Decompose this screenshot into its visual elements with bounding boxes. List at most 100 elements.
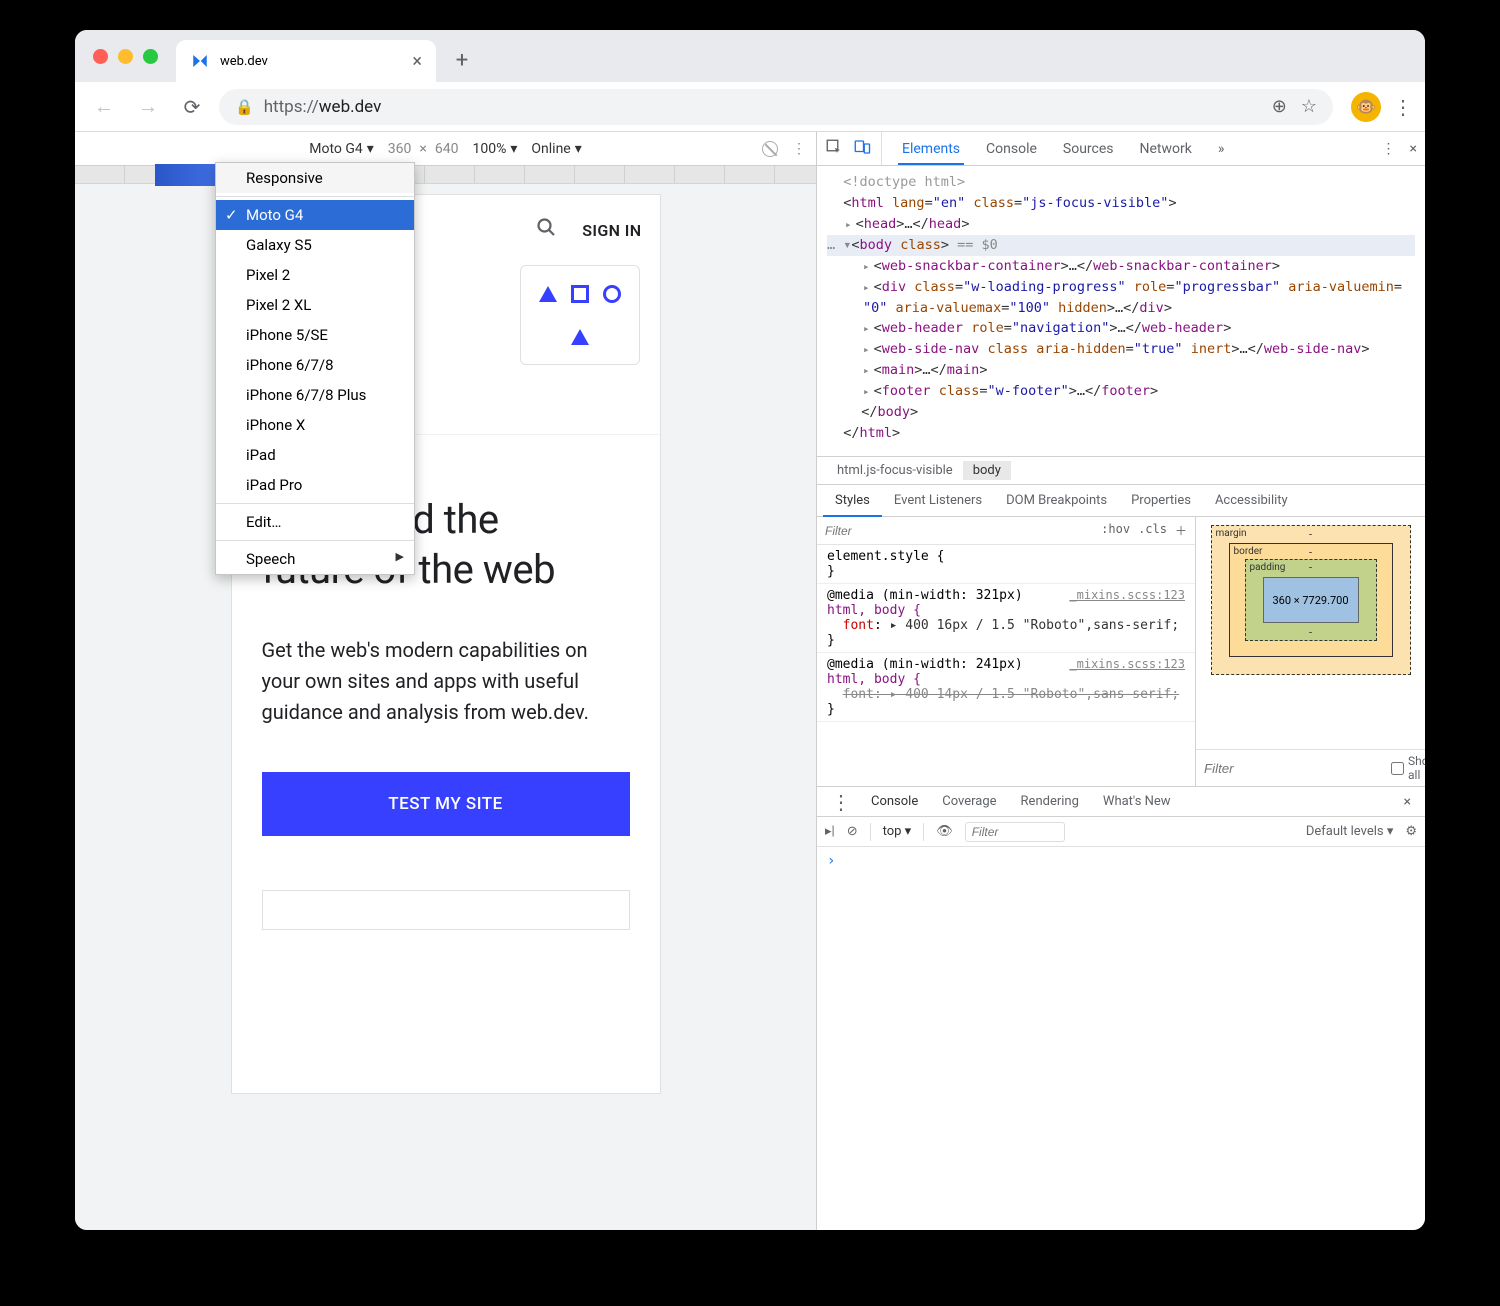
- maximize-window-button[interactable]: [143, 49, 158, 64]
- console-body[interactable]: ›: [817, 847, 1425, 875]
- omnibox-actions: ⊕ ☆: [1272, 96, 1317, 117]
- breadcrumb: html.js-focus-visible body: [817, 456, 1425, 485]
- device-option[interactable]: iPhone X: [216, 410, 414, 440]
- device-option[interactable]: Pixel 2: [216, 260, 414, 290]
- drawer-menu-icon[interactable]: ⋮: [823, 787, 859, 816]
- new-rule-icon[interactable]: ＋: [1175, 522, 1187, 539]
- devtools-pane: Elements Console Sources Network » ⋮ × <…: [817, 132, 1425, 1230]
- reload-button[interactable]: ⟳: [175, 90, 209, 124]
- circle-icon: [603, 285, 621, 303]
- live-expression-icon[interactable]: 👁: [936, 824, 953, 839]
- styles-filter-input[interactable]: [825, 524, 1091, 538]
- computed-filter-input[interactable]: [1204, 761, 1383, 776]
- console-filter-input[interactable]: [965, 822, 1065, 842]
- dropdown-icon: ▾: [510, 141, 517, 157]
- tab-console[interactable]: Console: [974, 132, 1049, 165]
- devtools-close-icon[interactable]: ×: [1410, 141, 1417, 157]
- style-rule[interactable]: element.style { }: [817, 545, 1195, 584]
- drawer-close-icon[interactable]: ×: [1396, 787, 1419, 816]
- device-option[interactable]: iPhone 6/7/8 Plus: [216, 380, 414, 410]
- dropdown-icon: ▾: [575, 141, 582, 157]
- zoom-select[interactable]: 100%▾: [473, 141, 518, 157]
- device-menu-icon[interactable]: ⋮: [792, 141, 806, 157]
- dimension-separator: ×: [419, 141, 426, 157]
- close-window-button[interactable]: [93, 49, 108, 64]
- new-tab-button[interactable]: +: [444, 42, 480, 78]
- tab-network[interactable]: Network: [1128, 132, 1204, 165]
- browser-tab[interactable]: web.dev ×: [176, 40, 436, 82]
- styles-tab-accessibility[interactable]: Accessibility: [1203, 485, 1300, 516]
- device-dropdown-menu: Responsive Moto G4 Galaxy S5 Pixel 2 Pix…: [215, 162, 415, 575]
- device-option[interactable]: Pixel 2 XL: [216, 290, 414, 320]
- width-input[interactable]: 360: [388, 141, 412, 157]
- triangle-icon: [571, 329, 589, 345]
- install-app-icon[interactable]: ⊕: [1272, 96, 1287, 117]
- styles-body: :hov .cls ＋ element.style { } @media (mi…: [817, 517, 1425, 787]
- device-mode-icon[interactable]: [853, 138, 871, 160]
- elements-tree[interactable]: <!doctype html> <html lang="en" class="j…: [817, 166, 1425, 456]
- profile-avatar[interactable]: 🐵: [1351, 92, 1381, 122]
- devtools-menu-icon[interactable]: ⋮: [1382, 141, 1396, 157]
- hov-toggle[interactable]: :hov: [1101, 522, 1130, 539]
- device-option-speech[interactable]: Speech: [216, 544, 414, 574]
- device-option[interactable]: iPad: [216, 440, 414, 470]
- style-rule[interactable]: @media (min-width: 241px)_mixins.scss:12…: [817, 653, 1195, 722]
- throttle-select[interactable]: Online▾: [531, 141, 581, 157]
- device-option-responsive[interactable]: Responsive: [216, 163, 414, 193]
- more-tabs-icon[interactable]: »: [1206, 132, 1237, 165]
- device-option[interactable]: iPad Pro: [216, 470, 414, 500]
- device-option[interactable]: iPhone 6/7/8: [216, 350, 414, 380]
- rotate-icon[interactable]: [762, 141, 778, 157]
- show-all-checkbox[interactable]: Show all: [1391, 754, 1425, 782]
- dimensions-input: 360 × 640: [388, 141, 459, 157]
- back-button[interactable]: ←: [87, 90, 121, 124]
- console-clear-icon[interactable]: ⊘: [847, 824, 858, 839]
- tab-title: web.dev: [220, 54, 268, 69]
- dr-tab-row: ⋮ Console Coverage Rendering What's New …: [817, 787, 1425, 817]
- styles-tab-properties[interactable]: Properties: [1119, 485, 1203, 516]
- console-sidebar-icon[interactable]: ▸|: [825, 824, 835, 839]
- tab-elements[interactable]: Elements: [890, 132, 972, 165]
- log-level-select[interactable]: Default levels ▾: [1306, 824, 1394, 839]
- device-option-edit[interactable]: Edit…: [216, 507, 414, 537]
- styles-tab-styles[interactable]: Styles: [823, 485, 882, 517]
- console-settings-icon[interactable]: ⚙: [1405, 824, 1417, 839]
- test-my-site-button[interactable]: TEST MY SITE: [262, 772, 630, 836]
- bookmark-icon[interactable]: ☆: [1301, 96, 1317, 117]
- minimize-window-button[interactable]: [118, 49, 133, 64]
- url-scheme: https://: [264, 97, 319, 117]
- device-option[interactable]: Moto G4: [216, 200, 414, 230]
- height-input[interactable]: 640: [435, 141, 459, 157]
- source-link[interactable]: _mixins.scss:123: [1069, 588, 1185, 602]
- device-option[interactable]: Galaxy S5: [216, 230, 414, 260]
- device-option[interactable]: iPhone 5/SE: [216, 320, 414, 350]
- forward-button[interactable]: →: [131, 90, 165, 124]
- device-toolbar: Moto G4 ▾ 360 × 640 100%▾ Online▾ ⋮: [75, 132, 816, 166]
- device-select[interactable]: Moto G4 ▾: [309, 141, 374, 157]
- drawer-tab-whatsnew[interactable]: What's New: [1091, 787, 1183, 816]
- address-bar[interactable]: 🔒 https://web.dev ⊕ ☆: [219, 89, 1333, 125]
- viewport-wrapper: SIGN IN Let's build the futur: [75, 184, 816, 1094]
- browser-menu-icon[interactable]: ⋮: [1393, 95, 1413, 119]
- drawer-tab-rendering[interactable]: Rendering: [1009, 787, 1091, 816]
- styles-tab-listeners[interactable]: Event Listeners: [882, 485, 994, 516]
- style-rule[interactable]: @media (min-width: 321px)_mixins.scss:12…: [817, 584, 1195, 653]
- crumb-html[interactable]: html.js-focus-visible: [827, 461, 963, 480]
- tab-sources[interactable]: Sources: [1051, 132, 1126, 165]
- toolbar-right: 🐵 ⋮: [1351, 92, 1413, 122]
- drawer-tab-coverage[interactable]: Coverage: [930, 787, 1008, 816]
- console-context-select[interactable]: top ▾: [883, 824, 912, 839]
- search-icon[interactable]: [534, 215, 558, 245]
- placeholder-box: [262, 890, 630, 930]
- close-tab-icon[interactable]: ×: [412, 51, 422, 72]
- drawer-tab-console[interactable]: Console: [859, 787, 930, 816]
- styles-tab-dom[interactable]: DOM Breakpoints: [994, 485, 1119, 516]
- inspect-element-icon[interactable]: [825, 138, 843, 160]
- crumb-body[interactable]: body: [963, 461, 1011, 480]
- source-link[interactable]: _mixins.scss:123: [1069, 657, 1185, 671]
- sign-in-button[interactable]: SIGN IN: [582, 221, 641, 240]
- box-model[interactable]: margin - border - padding - - 360 × 7729…: [1211, 525, 1411, 675]
- cls-toggle[interactable]: .cls: [1138, 522, 1167, 539]
- browser-window: web.dev × + ← → ⟳ 🔒 https://web.dev ⊕ ☆ …: [75, 30, 1425, 1230]
- triangle-icon: [539, 286, 557, 302]
